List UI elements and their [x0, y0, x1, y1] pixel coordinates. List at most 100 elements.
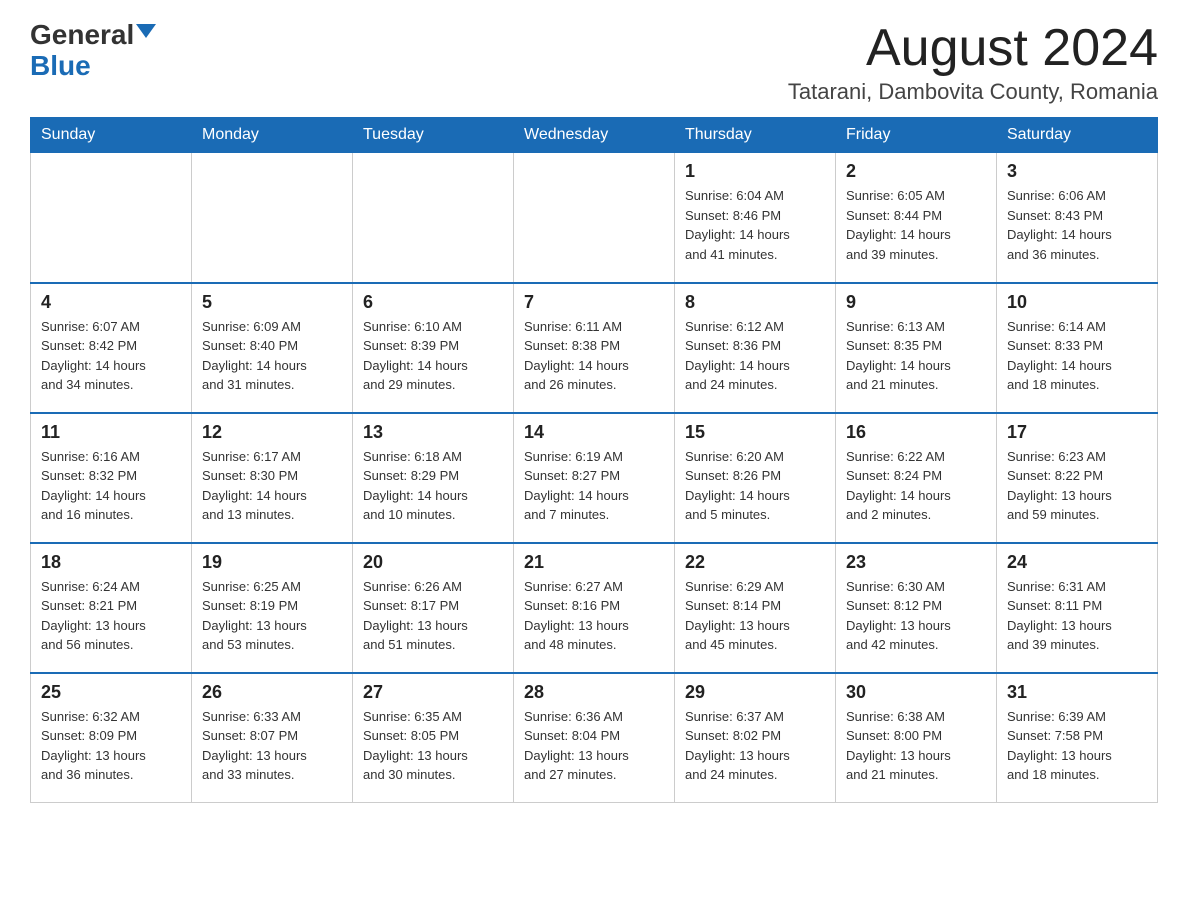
day-info: Sunrise: 6:29 AMSunset: 8:14 PMDaylight:…	[685, 577, 825, 655]
calendar-cell	[514, 153, 675, 283]
calendar-week-row-5: 25 Sunrise: 6:32 AMSunset: 8:09 PMDayligh…	[31, 673, 1158, 803]
day-info: Sunrise: 6:27 AMSunset: 8:16 PMDaylight:…	[524, 577, 664, 655]
calendar-cell: 3Sunrise: 6:06 AMSunset: 8:43 PMDaylight…	[997, 153, 1158, 283]
calendar-cell: 19Sunrise: 6:25 AMSunset: 8:19 PMDayligh…	[192, 543, 353, 673]
calendar-cell: 21 Sunrise: 6:27 AMSunset: 8:16 PMDayligh…	[514, 543, 675, 673]
calendar-cell	[31, 153, 192, 283]
day-info: Sunrise: 6:37 AMSunset: 8:02 PMDaylight:…	[685, 707, 825, 785]
day-info: Sunrise: 6:25 AMSunset: 8:19 PMDaylight:…	[202, 577, 342, 655]
day-number: 8	[685, 292, 825, 313]
day-info: Sunrise: 6:11 AMSunset: 8:38 PMDaylight:…	[524, 317, 664, 395]
calendar-cell: 15 Sunrise: 6:20 AMSunset: 8:26 PMDayligh…	[675, 413, 836, 543]
day-info: Sunrise: 6:14 AMSunset: 8:33 PMDaylight:…	[1007, 317, 1147, 395]
calendar-cell: 22Sunrise: 6:29 AMSunset: 8:14 PMDayligh…	[675, 543, 836, 673]
calendar-cell: 16Sunrise: 6:22 AMSunset: 8:24 PMDayligh…	[836, 413, 997, 543]
day-number: 24	[1007, 552, 1147, 573]
day-info: Sunrise: 6:13 AMSunset: 8:35 PMDaylight:…	[846, 317, 986, 395]
calendar-header-saturday: Saturday	[997, 118, 1158, 153]
day-number: 21	[524, 552, 664, 573]
day-number: 26	[202, 682, 342, 703]
day-info: Sunrise: 6:22 AMSunset: 8:24 PMDaylight:…	[846, 447, 986, 525]
calendar-cell: 10 Sunrise: 6:14 AMSunset: 8:33 PMDayligh…	[997, 283, 1158, 413]
calendar-header-wednesday: Wednesday	[514, 118, 675, 153]
calendar-cell: 14 Sunrise: 6:19 AMSunset: 8:27 PMDayligh…	[514, 413, 675, 543]
calendar-cell: 24Sunrise: 6:31 AMSunset: 8:11 PMDayligh…	[997, 543, 1158, 673]
calendar-header-friday: Friday	[836, 118, 997, 153]
calendar-cell: 28Sunrise: 6:36 AMSunset: 8:04 PMDayligh…	[514, 673, 675, 803]
logo-general-text: General	[30, 20, 134, 51]
calendar-cell: 17Sunrise: 6:23 AMSunset: 8:22 PMDayligh…	[997, 413, 1158, 543]
day-number: 31	[1007, 682, 1147, 703]
day-info: Sunrise: 6:17 AMSunset: 8:30 PMDaylight:…	[202, 447, 342, 525]
day-info: Sunrise: 6:32 AMSunset: 8:09 PMDaylight:…	[41, 707, 181, 785]
day-info: Sunrise: 6:10 AMSunset: 8:39 PMDaylight:…	[363, 317, 503, 395]
day-info: Sunrise: 6:33 AMSunset: 8:07 PMDaylight:…	[202, 707, 342, 785]
calendar-cell: 20 Sunrise: 6:26 AMSunset: 8:17 PMDayligh…	[353, 543, 514, 673]
day-number: 10	[1007, 292, 1147, 313]
calendar-cell: 4 Sunrise: 6:07 AMSunset: 8:42 PMDaylight…	[31, 283, 192, 413]
day-number: 27	[363, 682, 503, 703]
calendar-week-row-3: 11 Sunrise: 6:16 AMSunset: 8:32 PMDayligh…	[31, 413, 1158, 543]
day-number: 29	[685, 682, 825, 703]
day-number: 15	[685, 422, 825, 443]
calendar-cell: 13 Sunrise: 6:18 AMSunset: 8:29 PMDayligh…	[353, 413, 514, 543]
day-number: 3	[1007, 161, 1147, 182]
day-info: Sunrise: 6:19 AMSunset: 8:27 PMDaylight:…	[524, 447, 664, 525]
logo-blue-text: Blue	[30, 51, 91, 82]
day-info: Sunrise: 6:26 AMSunset: 8:17 PMDaylight:…	[363, 577, 503, 655]
day-info: Sunrise: 6:20 AMSunset: 8:26 PMDaylight:…	[685, 447, 825, 525]
day-number: 20	[363, 552, 503, 573]
calendar-cell	[192, 153, 353, 283]
day-number: 11	[41, 422, 181, 443]
calendar-header-row: SundayMondayTuesdayWednesdayThursdayFrid…	[31, 118, 1158, 153]
day-number: 17	[1007, 422, 1147, 443]
calendar-cell: 6 Sunrise: 6:10 AMSunset: 8:39 PMDaylight…	[353, 283, 514, 413]
calendar-week-row-2: 4 Sunrise: 6:07 AMSunset: 8:42 PMDaylight…	[31, 283, 1158, 413]
day-info: Sunrise: 6:16 AMSunset: 8:32 PMDaylight:…	[41, 447, 181, 525]
calendar-cell: 29 Sunrise: 6:37 AMSunset: 8:02 PMDayligh…	[675, 673, 836, 803]
day-number: 14	[524, 422, 664, 443]
day-number: 2	[846, 161, 986, 182]
day-info: Sunrise: 6:04 AMSunset: 8:46 PMDaylight:…	[685, 186, 825, 264]
location-title: Tatarani, Dambovita County, Romania	[788, 79, 1158, 105]
day-info: Sunrise: 6:07 AMSunset: 8:42 PMDaylight:…	[41, 317, 181, 395]
calendar-cell: 26 Sunrise: 6:33 AMSunset: 8:07 PMDayligh…	[192, 673, 353, 803]
title-section: August 2024 Tatarani, Dambovita County, …	[788, 20, 1158, 105]
calendar-cell: 11 Sunrise: 6:16 AMSunset: 8:32 PMDayligh…	[31, 413, 192, 543]
calendar-table: SundayMondayTuesdayWednesdayThursdayFrid…	[30, 117, 1158, 803]
calendar-week-row-4: 18Sunrise: 6:24 AMSunset: 8:21 PMDayligh…	[31, 543, 1158, 673]
calendar-cell: 12 Sunrise: 6:17 AMSunset: 8:30 PMDayligh…	[192, 413, 353, 543]
calendar-header-monday: Monday	[192, 118, 353, 153]
month-title: August 2024	[788, 20, 1158, 77]
day-number: 28	[524, 682, 664, 703]
calendar-header-tuesday: Tuesday	[353, 118, 514, 153]
day-number: 25	[41, 682, 181, 703]
calendar-cell: 9Sunrise: 6:13 AMSunset: 8:35 PMDaylight…	[836, 283, 997, 413]
calendar-cell	[353, 153, 514, 283]
day-number: 4	[41, 292, 181, 313]
calendar-week-row-1: 1Sunrise: 6:04 AMSunset: 8:46 PMDaylight…	[31, 153, 1158, 283]
day-number: 23	[846, 552, 986, 573]
day-number: 12	[202, 422, 342, 443]
day-info: Sunrise: 6:12 AMSunset: 8:36 PMDaylight:…	[685, 317, 825, 395]
day-info: Sunrise: 6:30 AMSunset: 8:12 PMDaylight:…	[846, 577, 986, 655]
day-number: 30	[846, 682, 986, 703]
day-info: Sunrise: 6:05 AMSunset: 8:44 PMDaylight:…	[846, 186, 986, 264]
calendar-cell: 5Sunrise: 6:09 AMSunset: 8:40 PMDaylight…	[192, 283, 353, 413]
calendar-cell: 27 Sunrise: 6:35 AMSunset: 8:05 PMDayligh…	[353, 673, 514, 803]
page-header: General Blue August 2024 Tatarani, Dambo…	[30, 20, 1158, 105]
calendar-header-thursday: Thursday	[675, 118, 836, 153]
calendar-cell: 8 Sunrise: 6:12 AMSunset: 8:36 PMDaylight…	[675, 283, 836, 413]
day-info: Sunrise: 6:35 AMSunset: 8:05 PMDaylight:…	[363, 707, 503, 785]
logo: General Blue	[30, 20, 156, 82]
day-info: Sunrise: 6:39 AMSunset: 7:58 PMDaylight:…	[1007, 707, 1147, 785]
logo-triangle-icon	[136, 24, 156, 38]
calendar-header-sunday: Sunday	[31, 118, 192, 153]
day-number: 13	[363, 422, 503, 443]
calendar-cell: 2 Sunrise: 6:05 AMSunset: 8:44 PMDaylight…	[836, 153, 997, 283]
calendar-cell: 30Sunrise: 6:38 AMSunset: 8:00 PMDayligh…	[836, 673, 997, 803]
day-number: 6	[363, 292, 503, 313]
day-info: Sunrise: 6:09 AMSunset: 8:40 PMDaylight:…	[202, 317, 342, 395]
day-info: Sunrise: 6:18 AMSunset: 8:29 PMDaylight:…	[363, 447, 503, 525]
calendar-cell: 1Sunrise: 6:04 AMSunset: 8:46 PMDaylight…	[675, 153, 836, 283]
